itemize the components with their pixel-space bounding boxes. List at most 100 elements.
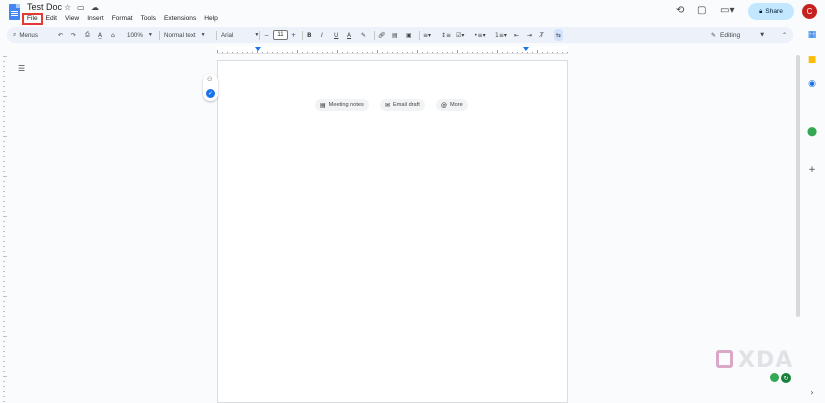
ruler-tick (3, 286, 5, 287)
ruler-tick (252, 51, 253, 53)
keep-icon[interactable]: ■ (806, 54, 818, 66)
chip-more[interactable]: @ More (436, 99, 468, 111)
right-margin-marker[interactable] (523, 47, 529, 51)
chip-email-draft[interactable]: ✉ Email draft (380, 99, 425, 111)
bold-icon[interactable]: B (307, 27, 312, 43)
search-menus[interactable]: ⌕ Menus (13, 27, 38, 43)
ruler-tick (3, 181, 5, 182)
font-select[interactable]: Arial ▼ (221, 27, 259, 43)
docs-logo-icon[interactable] (9, 4, 20, 20)
add-comment-icon[interactable]: ▤ (392, 27, 398, 43)
align-icon[interactable]: ≡▾ (423, 27, 431, 43)
comments-icon[interactable]: ▢ (697, 5, 706, 16)
undo-icon[interactable]: ↶ (58, 27, 63, 43)
vertical-scrollbar[interactable] (796, 55, 800, 317)
add-addon-icon[interactable]: + (806, 164, 818, 176)
line-spacing-icon[interactable]: ↕≡ (441, 27, 451, 43)
ruler-tick (3, 366, 5, 367)
italic-icon[interactable]: I (321, 27, 323, 43)
text-color-icon[interactable]: A (347, 27, 351, 43)
ruler-tick (3, 276, 5, 277)
numbered-list-icon[interactable]: 1≡▾ (495, 27, 507, 43)
checklist-icon[interactable]: ☑▾ (456, 27, 464, 43)
ruler-tick (3, 186, 5, 187)
menu-view[interactable]: View (61, 14, 83, 24)
clear-formatting-icon[interactable]: T̸ (540, 27, 544, 43)
ruler-tick (487, 51, 488, 53)
collapse-toolbar-icon[interactable]: ⌃ (782, 27, 787, 43)
text-direction-icon[interactable]: ⇆ (554, 29, 564, 41)
menu-file[interactable]: File (22, 13, 43, 25)
ruler-tick (482, 51, 483, 53)
redo-icon[interactable]: ↷ (71, 27, 76, 43)
insert-image-icon[interactable]: ▣ (406, 27, 412, 43)
highlight-color-icon[interactable]: ✎ (361, 27, 366, 43)
ruler-tick (3, 301, 5, 302)
font-size-input[interactable]: 11 (273, 30, 288, 40)
meet-icon[interactable]: ▭▾ (720, 5, 734, 16)
search-icon: ⌕ (13, 31, 17, 38)
ruler-tick (492, 51, 493, 53)
ruler-tick (3, 326, 5, 327)
version-history-icon[interactable]: ⟲ (676, 5, 684, 16)
spellcheck-icon[interactable]: A̲ (98, 27, 102, 43)
insert-link-icon[interactable]: 🔗︎ (378, 27, 386, 43)
document-page[interactable] (217, 60, 568, 403)
chip-meeting-notes[interactable]: ▤ Meeting notes (315, 99, 369, 111)
tasks-icon[interactable]: ◉ (806, 78, 818, 90)
indent-marker[interactable] (255, 47, 261, 51)
menu-help[interactable]: Help (200, 14, 222, 24)
underline-icon[interactable]: U (334, 27, 338, 43)
location-pin-icon[interactable] (770, 373, 779, 382)
horizontal-ruler[interactable] (217, 46, 568, 54)
ruler-tick (3, 71, 5, 72)
bulleted-list-icon[interactable]: •≡▾ (474, 27, 486, 43)
ruler-tick (532, 51, 533, 53)
increase-indent-icon[interactable]: ⇥ (527, 27, 532, 43)
ruler-tick (3, 281, 5, 282)
cloud-saved-icon[interactable]: ☁ (91, 3, 99, 12)
decrease-font-size-icon[interactable]: − (264, 27, 269, 43)
share-button[interactable]: 🔒︎ Share (748, 3, 794, 20)
maps-icon[interactable]: ⬤ (806, 126, 818, 138)
document-outline-icon[interactable]: ☰ (18, 64, 25, 73)
ruler-tick (3, 221, 5, 222)
ruler-tick (542, 51, 543, 53)
editing-mode-select[interactable]: ✎ Editing ▼ (711, 27, 764, 43)
watermark-text: XDA (738, 348, 794, 373)
ruler-tick (442, 51, 443, 53)
ruler-tick (342, 51, 343, 53)
add-emoji-icon[interactable]: ⚇ (207, 76, 212, 83)
move-folder-icon[interactable]: ▭ (77, 3, 85, 12)
calendar-icon[interactable]: ▦ (806, 29, 818, 41)
ruler-tick (557, 51, 558, 53)
menu-bar: File Edit View Insert Format Tools Exten… (22, 13, 222, 25)
chevron-right-icon[interactable]: › (806, 386, 818, 398)
menu-extensions[interactable]: Extensions (160, 14, 200, 24)
ruler-tick (3, 331, 5, 332)
suggest-edits-icon[interactable]: ✓ (206, 89, 215, 98)
menu-format[interactable]: Format (108, 14, 137, 24)
ruler-tick (3, 146, 5, 147)
ruler-tick (517, 51, 518, 53)
menu-insert[interactable]: Insert (83, 14, 108, 24)
ruler-tick (3, 161, 5, 162)
menu-edit[interactable]: Edit (42, 14, 61, 24)
ruler-tick (3, 361, 5, 362)
star-icon[interactable]: ☆ (64, 3, 71, 12)
paint-format-icon[interactable]: ⌂ (111, 27, 115, 43)
menu-tools[interactable]: Tools (137, 14, 160, 24)
paragraph-style-select[interactable]: Normal text ▼ (164, 27, 206, 43)
print-icon[interactable]: ⎙ (85, 27, 90, 43)
document-title[interactable]: Test Doc (27, 2, 62, 12)
decrease-indent-icon[interactable]: ⇤ (514, 27, 519, 43)
ruler-tick (3, 131, 5, 132)
ruler-tick (522, 51, 523, 53)
ruler-tick (3, 346, 5, 347)
ruler-tick (3, 311, 5, 312)
increase-font-size-icon[interactable]: + (291, 27, 296, 43)
avatar[interactable]: C (802, 4, 817, 19)
zoom-select[interactable]: 100% ▼ (127, 27, 153, 43)
ruler-tick (3, 121, 5, 122)
explore-icon[interactable]: ↻ (781, 373, 791, 383)
